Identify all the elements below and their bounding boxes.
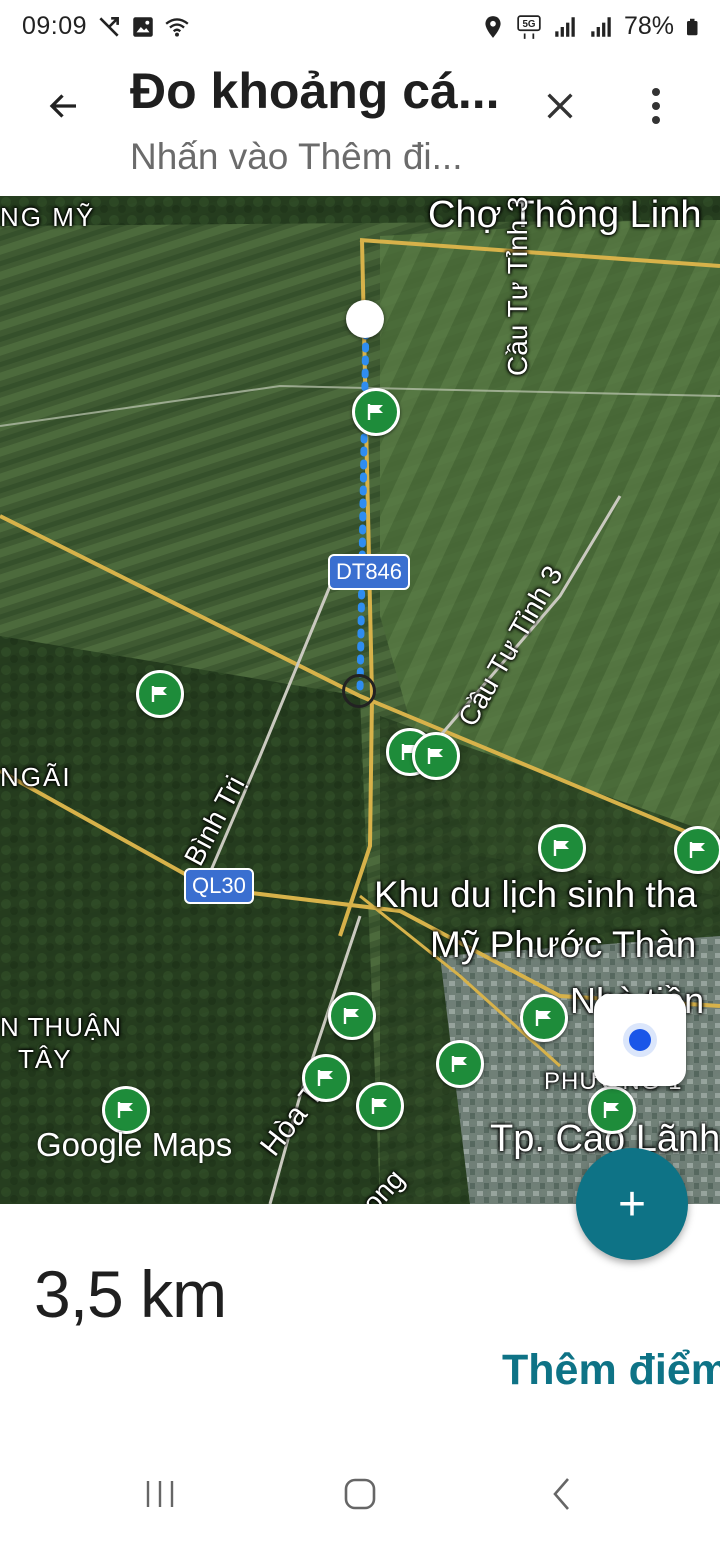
wifi-icon (165, 18, 189, 37)
flag-icon (117, 1102, 133, 1118)
more-vert-icon (652, 88, 660, 124)
page-title: Đo khoảng cá... (130, 63, 500, 119)
map-view[interactable]: NG MỸ Chợ Thông Linh Cầu Tư Tỉnh 3 Cầu T… (0, 196, 720, 1204)
saved-place-flag[interactable] (136, 670, 184, 718)
flag-icon (535, 1010, 551, 1026)
svg-text:5G: 5G (522, 19, 535, 30)
saved-place-flag[interactable] (674, 826, 720, 874)
chevron-left-icon (553, 1478, 569, 1510)
missed-call-icon (99, 17, 119, 37)
map-label-poi: Mỹ Phước Thàn (430, 924, 697, 965)
measure-crosshair (342, 674, 376, 708)
status-notification-icons (96, 14, 190, 40)
battery-icon (687, 18, 698, 35)
5g-icon: 5G (517, 14, 541, 39)
saved-place-flag[interactable] (302, 1054, 350, 1102)
system-back-button[interactable] (532, 1470, 592, 1518)
saved-place-flag[interactable] (356, 1082, 404, 1130)
map-label-place: Chợ Thông Linh (428, 196, 702, 236)
add-point-fab[interactable]: + (576, 1148, 688, 1260)
map-label-place: NGÃI (0, 762, 72, 792)
location-icon (485, 15, 501, 38)
signal-1-icon (555, 16, 575, 37)
measure-start-point[interactable] (346, 300, 384, 338)
status-time: 09:09 (22, 12, 88, 40)
flag-icon (317, 1070, 333, 1086)
google-maps-logo: Google Maps (36, 1126, 233, 1163)
signal-2-icon (591, 16, 611, 37)
image-icon (133, 17, 153, 37)
flag-icon (451, 1056, 467, 1072)
home-icon (344, 1478, 376, 1510)
flag-icon (603, 1102, 619, 1118)
recent-apps-icon (146, 1481, 174, 1507)
saved-place-flag[interactable] (538, 824, 586, 872)
flag-icon (367, 404, 383, 420)
page-subtitle: Nhấn vào Thêm đi... (130, 136, 463, 177)
add-point-button[interactable]: Thêm điểm (502, 1346, 720, 1395)
close-button[interactable] (530, 76, 590, 136)
more-options-button[interactable] (628, 76, 684, 136)
close-icon (547, 93, 573, 119)
saved-place-flag[interactable] (520, 994, 568, 1042)
status-bar: 09:09 5G 78% (0, 0, 720, 56)
home-button[interactable] (330, 1470, 390, 1518)
saved-place-flag[interactable] (588, 1086, 636, 1134)
map-label-place: NG MỸ (0, 202, 96, 232)
app-header: Đo khoảng cá... Nhấn vào Thêm đi... (0, 56, 720, 196)
flag-icon (689, 842, 705, 858)
flag-icon (151, 686, 167, 702)
back-button[interactable] (36, 78, 92, 134)
flag-icon (371, 1098, 387, 1114)
battery-percent: 78% (623, 12, 674, 40)
my-location-icon (629, 1029, 651, 1051)
status-system-icons: 5G 78% (480, 12, 702, 41)
arrow-back-icon (49, 94, 76, 118)
map-label-place: N THUẬN (0, 1012, 123, 1042)
saved-place-flag[interactable] (352, 388, 400, 436)
road-shield-dt846: DT846 (328, 554, 411, 590)
distance-readout: 3,5 km (34, 1257, 227, 1331)
flag-icon (343, 1008, 359, 1024)
flag-icon (427, 748, 443, 764)
road-shield-ql30: QL30 (184, 868, 254, 904)
map-label-place: TÂY (18, 1044, 72, 1074)
my-location-button[interactable] (594, 994, 686, 1086)
map-label-poi: Khu du lịch sinh tha (374, 874, 697, 915)
saved-place-flag[interactable] (328, 992, 376, 1040)
recent-apps-button[interactable] (130, 1470, 190, 1518)
map-label-road: Cầu Tư Tỉnh 3 (502, 196, 533, 376)
system-nav-bar (0, 1440, 720, 1544)
saved-place-flag[interactable] (412, 732, 460, 780)
flag-icon (553, 840, 569, 856)
saved-place-flag[interactable] (436, 1040, 484, 1088)
